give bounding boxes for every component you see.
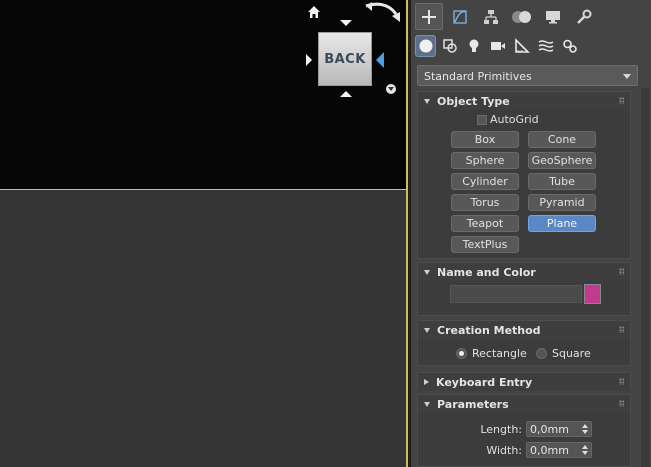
- rollout-keyboard-entry-header[interactable]: Keyboard Entry: [418, 373, 630, 391]
- command-panel-tabs: [411, 0, 651, 32]
- rollout-title: Keyboard Entry: [436, 375, 533, 389]
- category-geometry[interactable]: [415, 35, 436, 57]
- spinner-arrows-icon[interactable]: [582, 445, 588, 455]
- radio-button[interactable]: [456, 348, 467, 359]
- home-icon[interactable]: [306, 4, 322, 20]
- tab-motion[interactable]: [508, 3, 536, 30]
- tab-modify[interactable]: [446, 3, 474, 30]
- category-tabs: [415, 35, 580, 59]
- object-color-swatch[interactable]: [584, 284, 601, 304]
- object-button-box[interactable]: Box: [451, 131, 519, 148]
- grip-icon: [619, 326, 624, 333]
- object-button-sphere[interactable]: Sphere: [451, 152, 519, 169]
- radio-square[interactable]: Square: [536, 347, 591, 360]
- object-button-teapot[interactable]: Teapot: [451, 215, 519, 232]
- object-button-cone[interactable]: Cone: [528, 131, 596, 148]
- viewcube-face-label: BACK: [324, 51, 366, 67]
- length-value[interactable]: 0,0mm: [530, 423, 569, 436]
- rollout-name-and-color-header[interactable]: Name and Color: [418, 263, 630, 281]
- tab-create[interactable]: [415, 3, 443, 30]
- chevron-down-icon: [623, 74, 631, 79]
- plus-icon: [422, 9, 436, 24]
- object-button-pyramid[interactable]: Pyramid: [528, 194, 596, 211]
- category-helpers[interactable]: [511, 35, 532, 57]
- rollout-object-type: Object Type AutoGrid Box Cone Sphere Geo…: [417, 91, 631, 259]
- dropdown-value: Standard Primitives: [424, 70, 532, 83]
- category-space-warps[interactable]: [535, 35, 556, 57]
- viewcube-face[interactable]: BACK: [318, 32, 372, 86]
- collapse-arrow-icon: [424, 98, 430, 104]
- rollout-name-and-color: Name and Color: [417, 262, 631, 316]
- object-button-plane[interactable]: Plane: [528, 215, 596, 232]
- ruler-triangle-icon: [514, 38, 530, 53]
- rollout-title: Creation Method: [437, 323, 541, 337]
- checkbox-box[interactable]: [477, 114, 487, 125]
- rollout-title: Parameters: [437, 397, 509, 411]
- width-value[interactable]: 0,0mm: [530, 444, 569, 457]
- monitor-icon: [546, 10, 560, 23]
- primitive-type-dropdown[interactable]: Standard Primitives: [417, 65, 638, 86]
- tab-display[interactable]: [539, 3, 567, 30]
- sphere-icon: [419, 39, 432, 53]
- category-shapes[interactable]: [439, 35, 460, 57]
- rollout-creation-method-header[interactable]: Creation Method: [418, 321, 630, 339]
- rollout-parameters-header[interactable]: Parameters: [418, 395, 630, 413]
- grip-icon: [619, 97, 624, 104]
- expand-arrow-icon: [424, 379, 429, 385]
- viewcube-arrow-down-icon[interactable]: [340, 91, 352, 97]
- rollout-object-type-header[interactable]: Object Type: [418, 92, 630, 110]
- autogrid-label: AutoGrid: [490, 113, 539, 126]
- modify-curve-icon: [453, 9, 467, 24]
- rollout-keyboard-entry: Keyboard Entry: [417, 372, 631, 391]
- object-button-torus[interactable]: Torus: [451, 194, 519, 211]
- viewport-bottom[interactable]: [0, 189, 407, 467]
- object-button-geosphere[interactable]: GeoSphere: [528, 152, 596, 169]
- viewcube-arrow-up-icon[interactable]: [340, 20, 352, 26]
- param-length-row: Length: 0,0mm: [478, 421, 592, 437]
- viewcube-menu-icon[interactable]: [386, 84, 396, 94]
- rollout-parameters: Parameters Length: 0,0mm Width: 0,0mm: [417, 394, 631, 467]
- category-lights[interactable]: [463, 35, 484, 57]
- gears-icon: [562, 39, 577, 53]
- wrench-icon: [577, 9, 592, 24]
- category-cameras[interactable]: [487, 35, 508, 57]
- grip-icon: [619, 268, 624, 275]
- autogrid-checkbox[interactable]: AutoGrid: [477, 113, 539, 126]
- waves-icon: [538, 40, 553, 52]
- command-panel: Standard Primitives Object Type AutoGrid…: [411, 0, 651, 467]
- object-button-cylinder[interactable]: Cylinder: [451, 173, 519, 190]
- radio-button[interactable]: [536, 348, 547, 359]
- collapse-arrow-icon: [424, 327, 430, 333]
- length-spinner[interactable]: 0,0mm: [526, 421, 592, 437]
- motion-icon: [512, 10, 531, 23]
- shapes-icon: [442, 39, 457, 53]
- radio-label: Rectangle: [472, 347, 527, 360]
- radio-rectangle[interactable]: Rectangle: [456, 347, 527, 360]
- camera-icon: [490, 42, 505, 50]
- tab-hierarchy[interactable]: [477, 3, 505, 30]
- rollout-title: Name and Color: [437, 265, 536, 279]
- width-spinner[interactable]: 0,0mm: [526, 442, 592, 458]
- spinner-arrows-icon[interactable]: [582, 424, 588, 434]
- param-width-row: Width: 0,0mm: [478, 442, 592, 458]
- radio-label: Square: [552, 347, 591, 360]
- object-button-textplus[interactable]: TextPlus: [451, 236, 519, 253]
- category-systems[interactable]: [559, 35, 580, 57]
- viewcube-arrow-right-icon[interactable]: [376, 52, 384, 68]
- rollout-creation-method: Creation Method Rectangle Square: [417, 320, 631, 366]
- collapse-arrow-icon: [424, 269, 430, 275]
- tab-utilities[interactable]: [570, 3, 598, 30]
- grip-icon: [619, 400, 624, 407]
- object-button-tube[interactable]: Tube: [528, 173, 596, 190]
- rollout-title: Object Type: [437, 94, 510, 108]
- viewcube-arrow-left-icon[interactable]: [306, 54, 312, 66]
- panel-scrollbar[interactable]: [641, 88, 649, 467]
- collapse-arrow-icon: [424, 401, 430, 407]
- lightbulb-icon: [469, 39, 478, 52]
- grip-icon: [619, 378, 624, 385]
- width-label: Width:: [486, 443, 522, 457]
- object-name-field[interactable]: [450, 285, 582, 303]
- length-label: Length:: [480, 422, 522, 436]
- hierarchy-icon: [484, 9, 498, 24]
